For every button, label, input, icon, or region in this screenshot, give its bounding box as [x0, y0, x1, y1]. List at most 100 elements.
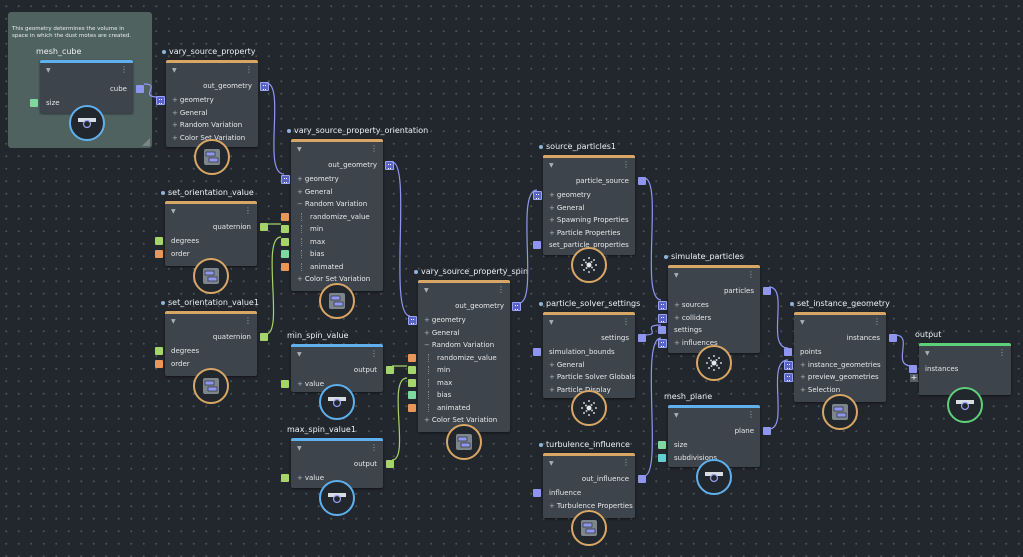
- wire[interactable]: [894, 334, 913, 367]
- output-port[interactable]: [386, 366, 394, 374]
- wire[interactable]: [768, 359, 789, 430]
- node-turbulence-influence[interactable]: ▼ ⋮ out_influence influence + Turbulence Prop…: [533, 453, 646, 518]
- collapse-triangle-icon[interactable]: ▼: [171, 208, 176, 215]
- camera-icon[interactable]: [696, 459, 732, 495]
- collapse-triangle-icon[interactable]: ▼: [46, 67, 51, 74]
- node-vary-source-property-spin[interactable]: ▼ ⋮ out_geometry + geometry + General − Random V…: [408, 280, 521, 432]
- input-port[interactable]: [30, 99, 38, 107]
- input-port[interactable]: [658, 338, 667, 348]
- plus-icon[interactable]: +: [424, 316, 430, 324]
- plus-icon[interactable]: +: [424, 329, 430, 337]
- plus-icon[interactable]: +: [297, 474, 303, 482]
- input-port[interactable]: [281, 262, 289, 271]
- output-port[interactable]: [638, 334, 646, 342]
- input-port[interactable]: [281, 380, 289, 388]
- plus-icon[interactable]: +: [297, 380, 303, 388]
- resize-handle[interactable]: [142, 138, 150, 146]
- node-menu-icon[interactable]: ⋮: [873, 317, 881, 326]
- input-port[interactable]: [155, 249, 163, 258]
- input-port[interactable]: [155, 347, 163, 355]
- plus-icon[interactable]: +: [172, 121, 178, 129]
- plus-icon[interactable]: +: [172, 96, 178, 104]
- node-vary-source-property[interactable]: ▼ ⋮ out_geometry + geometry + General + Random V…: [156, 60, 269, 147]
- output-port[interactable]: [512, 302, 521, 311]
- camera-icon[interactable]: [319, 480, 355, 516]
- input-port[interactable]: [155, 237, 163, 245]
- compound-icon[interactable]: [446, 424, 482, 460]
- compound-icon[interactable]: [822, 394, 858, 430]
- plus-icon[interactable]: +: [549, 204, 555, 212]
- input-port[interactable]: [281, 212, 289, 221]
- node-menu-icon[interactable]: ⋮: [622, 160, 630, 169]
- input-port[interactable]: [658, 441, 666, 449]
- plus-icon[interactable]: +: [549, 216, 555, 224]
- minus-icon[interactable]: −: [424, 341, 430, 349]
- node-menu-icon[interactable]: ⋮: [370, 349, 378, 358]
- wire[interactable]: [265, 82, 285, 175]
- node-menu-icon[interactable]: ⋮: [497, 285, 505, 294]
- node-particle-solver-settings[interactable]: ▼ ⋮ settings simulation_bounds + General + Part…: [533, 312, 646, 398]
- node-menu-icon[interactable]: ⋮: [998, 348, 1006, 357]
- collapse-triangle-icon[interactable]: ▼: [925, 350, 930, 357]
- node-set-orientation-value1[interactable]: ▼ ⋮ quaternion degrees order: [155, 311, 268, 376]
- node-menu-icon[interactable]: ⋮: [370, 144, 378, 153]
- input-port[interactable]: [281, 225, 289, 233]
- input-port[interactable]: [533, 348, 541, 356]
- input-port[interactable]: [155, 359, 163, 368]
- node-menu-icon[interactable]: ⋮: [747, 270, 755, 279]
- plus-icon[interactable]: +: [549, 229, 555, 237]
- plus-icon[interactable]: +: [549, 502, 555, 510]
- node-mesh-plane[interactable]: ▼ ⋮ plane size subdivisions: [658, 405, 771, 467]
- output-port[interactable]: [386, 460, 394, 468]
- collapse-triangle-icon[interactable]: ▼: [674, 272, 679, 279]
- input-port[interactable]: [408, 378, 416, 387]
- collapse-triangle-icon[interactable]: ▼: [297, 146, 302, 153]
- input-port[interactable]: [408, 353, 416, 362]
- collapse-triangle-icon[interactable]: ▼: [800, 319, 805, 326]
- input-port[interactable]: [408, 403, 416, 412]
- particles-icon[interactable]: [696, 345, 732, 381]
- plus-icon[interactable]: +: [549, 386, 555, 394]
- node-vary-source-property-orientation[interactable]: ▼ ⋮ out_geometry + geometry + General − Random V…: [281, 139, 394, 291]
- output-port[interactable]: [638, 177, 646, 185]
- node-menu-icon[interactable]: ⋮: [120, 65, 128, 74]
- input-port[interactable]: [658, 313, 667, 323]
- plus-icon[interactable]: +: [297, 275, 303, 283]
- input-port[interactable]: [533, 241, 541, 249]
- input-port[interactable]: [281, 250, 289, 258]
- output-port[interactable]: [763, 427, 771, 435]
- node-set-instance-geometry[interactable]: ▼ ⋮ instances points + instance_geometries + pr…: [784, 312, 897, 402]
- camera-icon[interactable]: [319, 384, 355, 420]
- input-port[interactable]: [281, 237, 289, 246]
- output-port[interactable]: [385, 161, 394, 170]
- compound-icon[interactable]: [194, 139, 230, 175]
- collapse-triangle-icon[interactable]: ▼: [549, 162, 554, 169]
- plus-icon[interactable]: +: [549, 361, 555, 369]
- plus-icon[interactable]: +: [674, 301, 680, 309]
- node-menu-icon[interactable]: ⋮: [747, 410, 755, 419]
- camera-icon[interactable]: [68, 105, 105, 141]
- plus-icon[interactable]: +: [800, 386, 806, 394]
- collapse-triangle-icon[interactable]: ▼: [674, 412, 679, 419]
- node-menu-icon[interactable]: ⋮: [244, 206, 252, 215]
- collapse-triangle-icon[interactable]: ▼: [549, 460, 554, 467]
- input-port[interactable]: [408, 366, 416, 374]
- node-simulate-particles[interactable]: ▼ ⋮ particles + sources + colliders settings + in…: [658, 265, 771, 353]
- plus-icon[interactable]: +: [549, 191, 555, 199]
- collapse-triangle-icon[interactable]: ▼: [171, 318, 176, 325]
- plus-icon[interactable]: +: [172, 134, 178, 142]
- node-menu-icon[interactable]: ⋮: [622, 458, 630, 467]
- output-port[interactable]: [260, 82, 269, 91]
- add-port-button[interactable]: +: [910, 374, 918, 382]
- plus-icon[interactable]: +: [800, 361, 806, 369]
- input-port[interactable]: [658, 326, 666, 334]
- compound-icon[interactable]: [193, 258, 229, 294]
- input-port[interactable]: [909, 365, 917, 373]
- input-port[interactable]: [784, 373, 793, 382]
- input-port[interactable]: [658, 453, 666, 462]
- collapse-triangle-icon[interactable]: ▼: [424, 287, 429, 294]
- input-port[interactable]: [658, 301, 667, 310]
- input-port[interactable]: [281, 175, 290, 184]
- plus-icon[interactable]: +: [549, 373, 555, 381]
- minus-icon[interactable]: −: [297, 200, 303, 208]
